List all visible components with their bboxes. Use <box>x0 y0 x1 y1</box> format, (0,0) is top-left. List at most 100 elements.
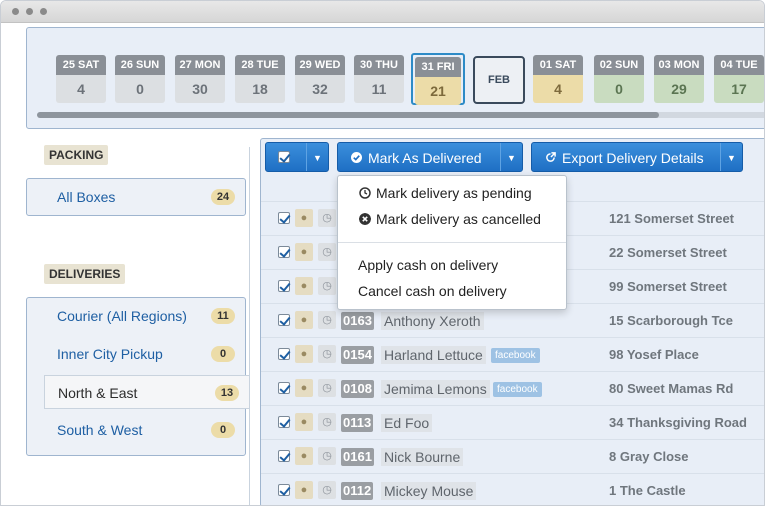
table-row[interactable]: ● ◷ 0113 Ed Foo 34 Thanksgiving Road <box>261 405 764 439</box>
window-minimize-dot[interactable] <box>26 8 33 15</box>
date-strip-scrollbar[interactable] <box>37 112 764 118</box>
row-checkbox[interactable] <box>278 484 290 496</box>
order-id: 0112 <box>341 482 374 500</box>
menu-item-mark-cancelled[interactable]: Mark delivery as cancelled <box>338 207 566 231</box>
packing-heading: PACKING <box>44 145 109 165</box>
date-strip: 25 SAT 4 26 SUN 0 27 MON 30 28 TUE 18 29… <box>26 27 764 129</box>
customer-name[interactable]: Anthony Xeroth <box>381 312 484 330</box>
clock-icon[interactable]: ◷ <box>318 379 336 397</box>
date-tile-label: 27 MON <box>175 55 225 75</box>
clock-icon[interactable]: ◷ <box>318 447 336 465</box>
window-close-dot[interactable] <box>12 8 19 15</box>
delivery-address: 1 The Castle <box>609 483 686 498</box>
month-divider-feb[interactable]: FEB <box>473 56 525 104</box>
clock-icon[interactable]: ◷ <box>318 345 336 363</box>
date-tile-label: 03 MON <box>654 55 704 75</box>
packing-panel: All Boxes 24 <box>26 178 246 216</box>
mark-delivered-label: Mark As Delivered <box>368 150 482 166</box>
date-tile-label: 02 SUN <box>594 55 644 75</box>
sidebar-item-courier[interactable]: Courier (All Regions) 11 <box>27 299 245 333</box>
sidebar-item-inner-city-pickup[interactable]: Inner City Pickup 0 <box>27 337 245 371</box>
date-tile-count: 21 <box>415 77 461 105</box>
map-pin-icon[interactable]: ● <box>295 379 313 397</box>
order-id: 0163 <box>341 312 374 330</box>
delivery-address: 121 Somerset Street <box>609 211 735 226</box>
clock-icon[interactable]: ◷ <box>318 413 336 431</box>
customer-name[interactable]: Mickey Mouse <box>381 482 477 500</box>
cancel-icon <box>359 213 371 225</box>
title-bar <box>1 1 764 23</box>
date-tile-count: 4 <box>56 75 106 103</box>
count-badge: 0 <box>211 422 235 438</box>
date-tile-count: 0 <box>594 75 644 103</box>
date-tile-label: 01 SAT <box>533 55 583 75</box>
sidebar-item-north-east[interactable]: North & East 13 <box>44 375 249 409</box>
select-all-checkbox[interactable] <box>278 151 290 163</box>
sidebar-item-label: Inner City Pickup <box>57 346 163 362</box>
row-checkbox[interactable] <box>278 450 290 462</box>
date-tile-count: 32 <box>295 75 345 103</box>
table-row[interactable]: ● ◷ 0112 Mickey Mouse 1 The Castle <box>261 473 764 505</box>
mark-delivered-button[interactable]: Mark As Delivered ▼ <box>337 142 523 172</box>
row-checkbox[interactable] <box>278 416 290 428</box>
map-pin-icon[interactable]: ● <box>295 447 313 465</box>
clock-icon[interactable]: ◷ <box>318 311 336 329</box>
map-pin-icon[interactable]: ● <box>295 311 313 329</box>
check-circle-icon <box>351 152 362 163</box>
date-tile-label: 04 TUE <box>714 55 764 75</box>
date-tile-count: 4 <box>533 75 583 103</box>
clock-icon[interactable]: ◷ <box>318 209 336 227</box>
map-pin-icon[interactable]: ● <box>295 413 313 431</box>
map-pin-icon[interactable]: ● <box>295 345 313 363</box>
menu-item-apply-cod[interactable]: Apply cash on delivery <box>338 253 566 277</box>
source-badge-facebook: facebook <box>491 348 540 363</box>
row-checkbox[interactable] <box>278 348 290 360</box>
window-zoom-dot[interactable] <box>40 8 47 15</box>
mark-delivered-dropdown: Mark delivery as pending Mark delivery a… <box>337 175 567 310</box>
row-checkbox[interactable] <box>278 212 290 224</box>
delivery-address: 22 Somerset Street <box>609 245 727 260</box>
date-tile-count: 30 <box>175 75 225 103</box>
row-checkbox[interactable] <box>278 382 290 394</box>
date-strip-scroll-thumb[interactable] <box>37 112 659 118</box>
chevron-down-icon[interactable]: ▼ <box>500 143 522 171</box>
customer-name[interactable]: Jemima Lemons <box>381 380 490 398</box>
customer-name[interactable]: Harland Lettuce <box>381 346 486 364</box>
deliveries-heading: DELIVERIES <box>44 264 126 284</box>
row-checkbox[interactable] <box>278 246 290 258</box>
clock-icon[interactable]: ◷ <box>318 243 336 261</box>
chevron-down-icon[interactable]: ▼ <box>306 143 328 171</box>
menu-item-cancel-cod[interactable]: Cancel cash on delivery <box>338 279 566 303</box>
customer-name[interactable]: Ed Foo <box>381 414 433 432</box>
sidebar-item-south-west[interactable]: South & West 0 <box>27 413 245 447</box>
clock-icon[interactable]: ◷ <box>318 481 336 499</box>
export-icon <box>546 152 556 162</box>
sidebar-item-all-boxes[interactable]: All Boxes 24 <box>27 180 245 214</box>
menu-divider <box>338 242 566 243</box>
date-tile-label: 31 FRI <box>415 57 461 77</box>
count-badge: 24 <box>211 189 235 205</box>
date-tile-selected[interactable]: 31 FRI 21 <box>411 53 465 105</box>
order-id: 0113 <box>341 414 374 432</box>
chevron-down-icon[interactable]: ▼ <box>720 143 742 171</box>
menu-item-mark-pending[interactable]: Mark delivery as pending <box>338 181 566 205</box>
menu-item-label: Apply cash on delivery <box>358 257 499 273</box>
map-pin-icon[interactable]: ● <box>295 481 313 499</box>
map-pin-icon[interactable]: ● <box>295 209 313 227</box>
table-row[interactable]: ● ◷ 0161 Nick Bourne 8 Gray Close <box>261 439 764 473</box>
table-row[interactable]: ● ◷ 0108 Jemima Lemons facebook 80 Sweet… <box>261 371 764 405</box>
delivery-address: 80 Sweet Mamas Rd <box>609 381 734 396</box>
sidebar-item-label: North & East <box>58 385 138 401</box>
select-all-button[interactable]: ▼ <box>265 142 329 172</box>
map-pin-icon[interactable]: ● <box>295 243 313 261</box>
clock-icon[interactable]: ◷ <box>318 277 336 295</box>
date-tile-label: 29 WED <box>295 55 345 75</box>
row-checkbox[interactable] <box>278 280 290 292</box>
row-checkbox[interactable] <box>278 314 290 326</box>
date-tile-label: 25 SAT <box>56 55 106 75</box>
map-pin-icon[interactable]: ● <box>295 277 313 295</box>
export-delivery-details-button[interactable]: Export Delivery Details ▼ <box>531 142 743 172</box>
delivery-address: 34 Thanksgiving Road <box>609 415 747 430</box>
customer-name[interactable]: Nick Bourne <box>381 448 464 466</box>
table-row[interactable]: ● ◷ 0154 Harland Lettuce facebook 98 Yos… <box>261 337 764 371</box>
